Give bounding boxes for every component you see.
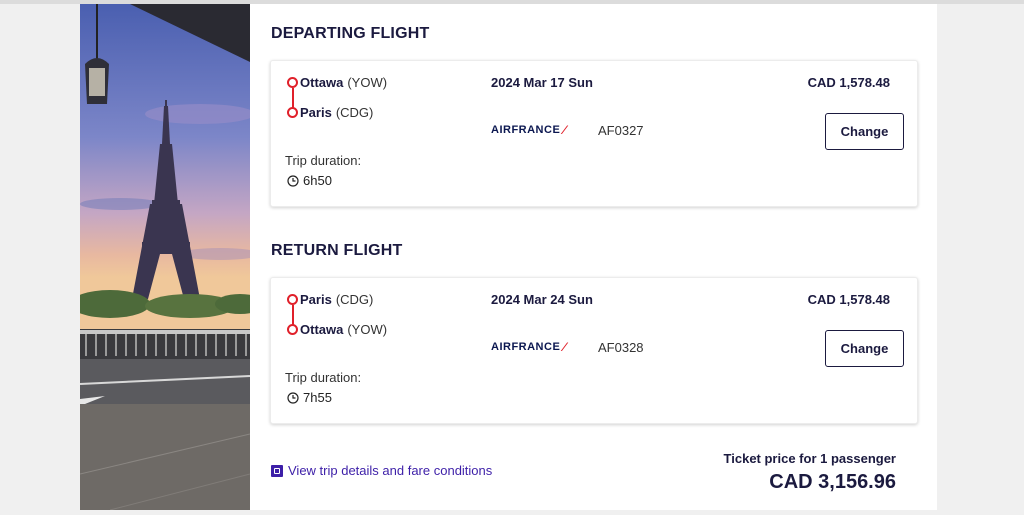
departing-route: Ottawa (YOW) Paris (CDG) [285,75,485,135]
return-route: Paris (CDG) Ottawa (YOW) [285,292,485,352]
change-return-button[interactable]: Change [825,330,904,367]
destination-dot-icon [287,324,298,335]
booking-summary-panel: DEPARTING FLIGHT Ottawa (YOW) Paris (CDG) … [80,4,937,510]
trip-duration-value: 6h50 [303,173,332,188]
ticket-total-price: CAD 3,156.96 [769,471,896,493]
departing-origin: Ottawa (YOW) [300,75,388,90]
return-destination: Ottawa (YOW) [300,322,388,337]
departing-destination: Paris (CDG) [300,105,374,120]
clock-icon [287,174,299,187]
return-price: CAD 1,578.48 [807,292,890,307]
airline-logo: AIRFRANCE ⁄ [491,340,566,354]
ticket-price-label: Ticket price for 1 passenger [723,451,896,466]
change-departing-button[interactable]: Change [825,113,904,150]
trip-duration-label: Trip duration: [285,153,362,168]
return-flight-number: AF0328 [598,340,644,355]
departing-price: CAD 1,578.48 [807,75,890,90]
departing-flight-title: DEPARTING FLIGHT [271,25,430,42]
departing-flight-card: Ottawa (YOW) Paris (CDG) 2024 Mar 17 Sun A… [270,60,918,207]
destination-photo [80,4,250,510]
airline-logo: AIRFRANCE ⁄ [491,123,566,137]
trip-duration: 7h55 [287,390,332,405]
departing-flight-number: AF0327 [598,123,644,138]
flights-content: DEPARTING FLIGHT Ottawa (YOW) Paris (CDG) … [270,4,918,510]
return-flight-card: Paris (CDG) Ottawa (YOW) 2024 Mar 24 Sun A… [270,277,918,424]
return-flight-title: RETURN FLIGHT [271,242,403,259]
departing-date: 2024 Mar 17 Sun [491,75,593,90]
return-origin: Paris (CDG) [300,292,374,307]
return-date: 2024 Mar 24 Sun [491,292,593,307]
view-trip-details-link[interactable]: View trip details and fare conditions [271,463,492,478]
origin-dot-icon [287,77,298,88]
destination-dot-icon [287,107,298,118]
trip-duration-label: Trip duration: [285,370,362,385]
origin-dot-icon [287,294,298,305]
clock-icon [287,391,299,404]
trip-duration: 6h50 [287,173,332,188]
plane-icon [271,464,283,477]
airfrance-slash-icon: ⁄ [563,340,566,354]
airfrance-slash-icon: ⁄ [563,123,566,137]
view-trip-details-label: View trip details and fare conditions [288,463,493,478]
trip-duration-value: 7h55 [303,390,332,405]
